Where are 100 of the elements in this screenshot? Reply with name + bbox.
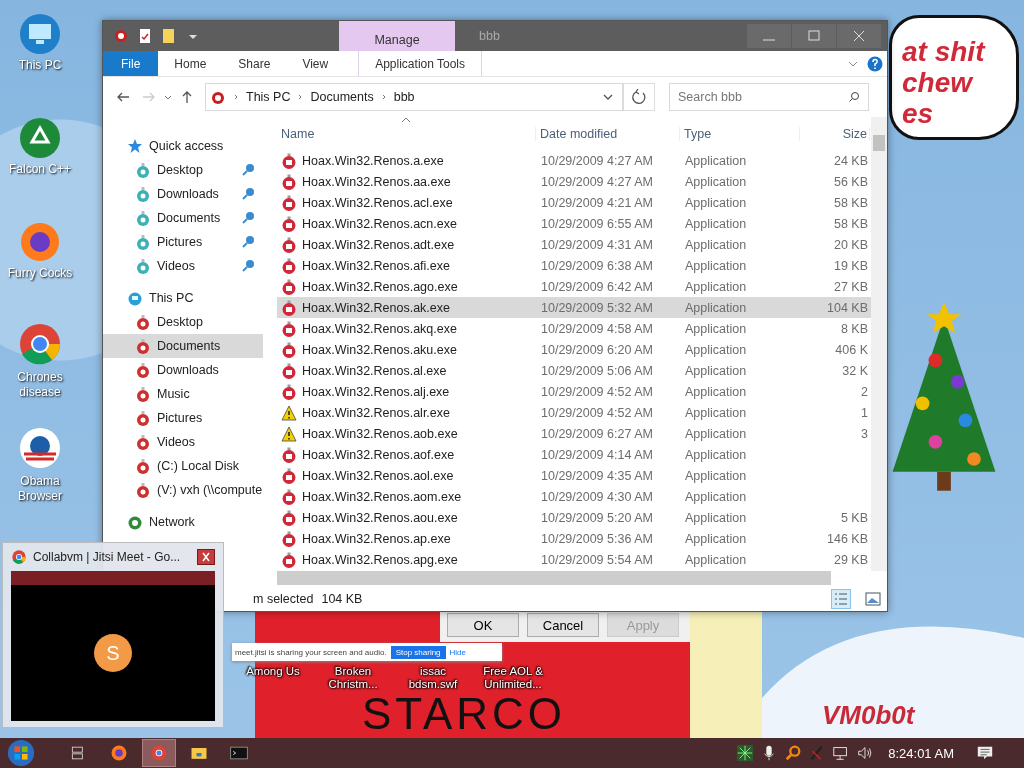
sort-ascending-icon: [401, 117, 411, 123]
column-header[interactable]: Date modified: [536, 126, 680, 141]
column-header[interactable]: Size: [800, 126, 870, 141]
search-field[interactable]: Search bbb: [669, 83, 869, 111]
hide-link[interactable]: Hide: [449, 647, 466, 657]
file-date: 10/29/2009 4:58 AM: [540, 321, 654, 336]
file-date: 10/29/2009 5:36 AM: [540, 531, 654, 546]
file-type: Application: [684, 447, 748, 462]
properties-icon[interactable]: [137, 28, 153, 44]
breadcrumb-item[interactable]: bbb: [393, 90, 415, 104]
file-row[interactable]: Hoax.Win32.Renos.aob.exe 10/29/2009 6:27 AM Application 3: [277, 423, 871, 444]
file-row[interactable]: Hoax.Win32.Renos.adt.exe 10/29/2009 4:31 AM Application 20 KB: [277, 234, 871, 255]
nav-item[interactable]: Downloads: [103, 358, 263, 382]
thumbnails-view-button[interactable]: [863, 589, 883, 609]
file-date: 10/29/2009 4:30 AM: [540, 489, 654, 504]
file-row[interactable]: Hoax.Win32.Renos.ap.exe 10/29/2009 5:36 AM Application 146 KB: [277, 528, 871, 549]
file-row[interactable]: Hoax.Win32.Renos.al.exe 10/29/2009 5:06 AM Application 32 K: [277, 360, 871, 381]
dialog-button[interactable]: Cancel: [527, 613, 599, 637]
nav-item[interactable]: Music: [103, 382, 263, 406]
horizontal-scrollbar[interactable]: [277, 571, 831, 585]
nav-item[interactable]: Documents: [103, 206, 263, 230]
notifications-icon[interactable]: [976, 744, 994, 762]
vertical-scrollbar[interactable]: [871, 117, 887, 571]
file-row[interactable]: Hoax.Win32.Renos.akq.exe 10/29/2009 4:58 AM Application 8 KB: [277, 318, 871, 339]
refresh-button[interactable]: [623, 83, 655, 111]
ornament-icon: [281, 467, 297, 484]
nav-item[interactable]: Pictures: [103, 406, 263, 430]
file-row[interactable]: Hoax.Win32.Renos.acl.exe 10/29/2009 4:21 AM Application 58 KB: [277, 192, 871, 213]
nav-item[interactable]: (V:) vxh (\\compute: [103, 478, 263, 502]
ribbon-tab[interactable]: File: [103, 51, 159, 76]
file-date: 10/29/2009 4:27 AM: [540, 174, 654, 189]
context-tab-header: Manage: [339, 21, 455, 51]
nav-item[interactable]: Desktop: [103, 310, 263, 334]
nav-item[interactable]: Pictures: [103, 230, 263, 254]
file-size: 2: [861, 384, 868, 399]
file-row[interactable]: Hoax.Win32.Renos.ak.exe 10/29/2009 5:32 AM Application 104 KB: [277, 297, 871, 318]
sharing-message: meet.jitsi is sharing your screen and audio.: [235, 647, 387, 657]
address-bar[interactable]: This PC Documents bbb: [205, 83, 623, 111]
pin-icon[interactable]: [241, 163, 255, 177]
breadcrumb-item[interactable]: This PC: [246, 90, 291, 104]
file-date: 10/29/2009 4:52 AM: [540, 384, 654, 399]
desktop-icon-label[interactable]: Broken Christm...: [316, 665, 390, 691]
file-date: 10/29/2009 6:42 AM: [540, 279, 654, 294]
file-name: Hoax.Win32.Renos.adt.exe: [302, 237, 455, 252]
file-row[interactable]: Hoax.Win32.Renos.ago.exe 10/29/2009 6:42 AM Application 27 KB: [277, 276, 871, 297]
file-row[interactable]: Hoax.Win32.Renos.aku.exe 10/29/2009 6:20 AM Application 406 K: [277, 339, 871, 360]
nav-item[interactable]: Videos: [103, 254, 263, 278]
file-date: 10/29/2009 4:14 AM: [540, 447, 654, 462]
file-row[interactable]: Hoax.Win32.Renos.apg.exe 10/29/2009 5:54 AM Application 29 KB: [277, 549, 871, 570]
grid-icon[interactable]: [736, 744, 755, 762]
start-button[interactable]: [6, 738, 36, 768]
nav-item[interactable]: This PC: [103, 286, 263, 310]
ribbon-tab[interactable]: Application Tools: [358, 51, 483, 76]
nav-item[interactable]: Downloads: [103, 182, 263, 206]
nav-item[interactable]: (C:) Local Disk: [103, 454, 263, 478]
pin-icon[interactable]: [241, 235, 255, 249]
firefox-icon: [109, 743, 129, 763]
file-row[interactable]: Hoax.Win32.Renos.afi.exe 10/29/2009 6:38 AM Application 19 KB: [277, 255, 871, 276]
ornament-icon: [135, 258, 151, 274]
dialog-button[interactable]: OK: [447, 613, 519, 637]
file-name: Hoax.Win32.Renos.alj.exe: [302, 384, 450, 399]
nav-item[interactable]: Documents: [103, 334, 263, 358]
file-row[interactable]: Hoax.Win32.Renos.aou.exe 10/29/2009 5:20 AM Application 5 KB: [277, 507, 871, 528]
file-name: Hoax.Win32.Renos.aou.exe: [302, 510, 458, 525]
stop-sharing-button[interactable]: Stop sharing: [390, 645, 446, 659]
file-row[interactable]: Hoax.Win32.Renos.aof.exe 10/29/2009 4:14 AM Application: [277, 444, 871, 465]
file-row[interactable]: Hoax.Win32.Renos.alr.exe 10/29/2009 4:52 AM Application 1: [277, 402, 871, 423]
nav-item[interactable]: Quick access: [103, 134, 263, 158]
column-header[interactable]: Type: [680, 126, 800, 141]
file-type: Application: [684, 195, 748, 210]
column-header[interactable]: Name: [277, 126, 536, 141]
file-type: Application: [684, 279, 748, 294]
nav-item[interactable]: Videos: [103, 430, 263, 454]
breadcrumb-item[interactable]: Documents: [310, 90, 374, 104]
file-row[interactable]: Hoax.Win32.Renos.alj.exe 10/29/2009 4:52 AM Application 2: [277, 381, 871, 402]
ornament-icon: [135, 386, 151, 402]
pin-icon[interactable]: [241, 211, 255, 225]
folder-icon[interactable]: [161, 28, 177, 44]
file-row[interactable]: Hoax.Win32.Renos.a.exe 10/29/2009 4:27 AM Application 24 KB: [277, 150, 871, 171]
file-size: 406 K: [835, 342, 868, 357]
file-row[interactable]: Hoax.Win32.Renos.acn.exe 10/29/2009 6:55 AM Application 58 KB: [277, 213, 871, 234]
desktop-icon-label[interactable]: Free AOL & Unlimited...: [476, 665, 550, 691]
pin-icon[interactable]: [241, 187, 255, 201]
pin-icon[interactable]: [241, 259, 255, 273]
file-date: 10/29/2009 4:35 AM: [540, 468, 654, 483]
help-icon[interactable]: [867, 55, 883, 72]
nav-item[interactable]: Network: [103, 510, 263, 534]
preview-title: Collabvm | Jitsi Meet - Go...: [33, 550, 182, 564]
close-button[interactable]: [197, 549, 215, 565]
ornament-icon: [281, 299, 297, 316]
nav-item[interactable]: Desktop: [103, 158, 263, 182]
desktop-icon-label[interactable]: issac bdsm.swf: [396, 665, 470, 691]
avatar: S: [94, 634, 132, 672]
file-row[interactable]: Hoax.Win32.Renos.aol.exe 10/29/2009 4:35 AM Application: [277, 465, 871, 486]
file-name: Hoax.Win32.Renos.acl.exe: [302, 195, 453, 210]
file-row[interactable]: Hoax.Win32.Renos.aa.exe 10/29/2009 4:27 AM Application 56 KB: [277, 171, 871, 192]
magnifier-icon[interactable]: [784, 744, 803, 762]
file-name: Hoax.Win32.Renos.al.exe: [302, 363, 447, 378]
globe-icon: [127, 514, 143, 530]
file-row[interactable]: Hoax.Win32.Renos.aom.exe 10/29/2009 4:30 AM Application: [277, 486, 871, 507]
